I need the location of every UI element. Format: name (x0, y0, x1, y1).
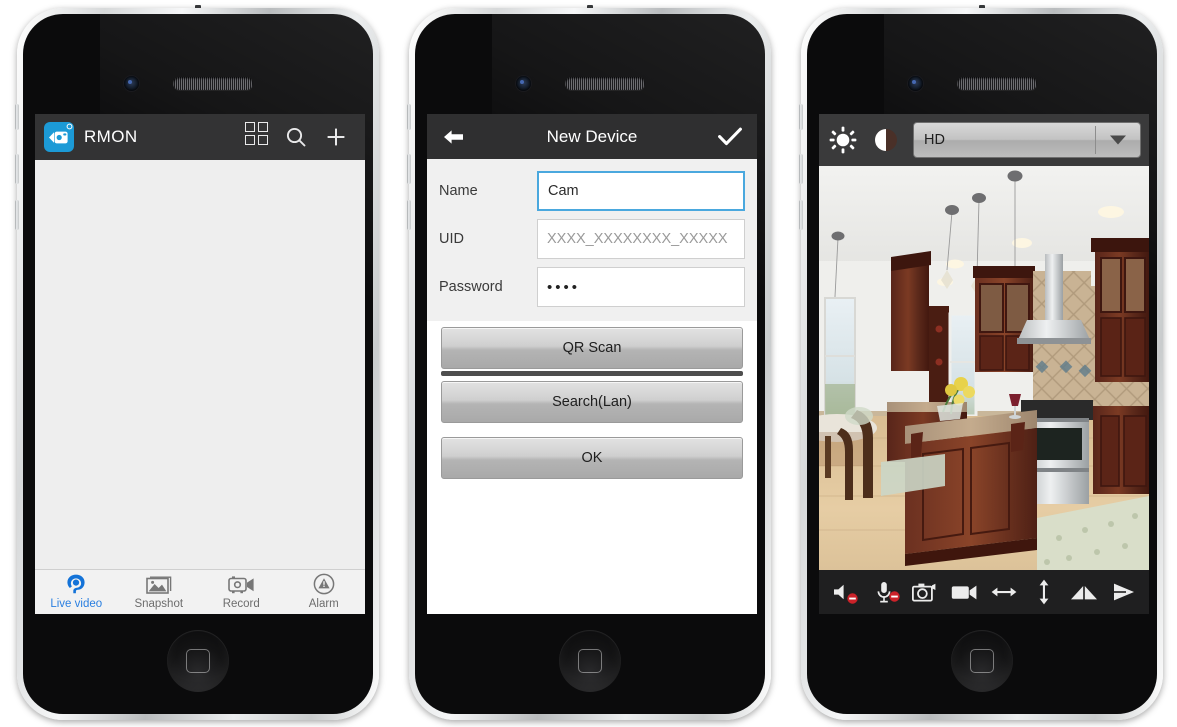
uid-input-placeholder: XXXX_XXXXXXXX_XXXXX (547, 231, 728, 247)
chevron-down-icon (1110, 135, 1126, 145)
home-button[interactable] (559, 630, 621, 692)
play-button[interactable] (1109, 577, 1139, 607)
photo-icon (145, 571, 172, 597)
nav-bar: New Device (427, 114, 757, 159)
qr-scan-button[interactable]: QR Scan (441, 327, 743, 369)
volume-up-button[interactable] (407, 154, 411, 184)
screen-device-list: RMON Live video Snapshot Record Alarm (35, 114, 365, 614)
silent-switch[interactable] (407, 104, 411, 130)
home-button[interactable] (167, 630, 229, 692)
silent-switch[interactable] (15, 104, 19, 130)
phone-body: HD (807, 14, 1157, 714)
stream-quality-select[interactable]: HD (913, 122, 1141, 158)
password-input-value: •••• (547, 278, 581, 296)
snapshot-button[interactable] (909, 577, 939, 607)
button-divider (441, 371, 743, 376)
disabled-badge (847, 593, 858, 604)
front-camera (516, 76, 531, 91)
grid-view-icon[interactable] (241, 122, 271, 152)
screen-new-device: New Device Name Cam UID XXXX_XXXXXXXX_XX… (427, 114, 757, 614)
video-controls (819, 570, 1149, 614)
three-phone-mockup: RMON Live video Snapshot Record Alarm Ne… (0, 0, 1177, 727)
form-empty-space (427, 485, 757, 614)
camcorder-icon (227, 571, 255, 597)
page-title: New Device (546, 126, 638, 146)
tab-label: Snapshot (134, 598, 184, 610)
app-bar: RMON (35, 114, 365, 160)
front-camera (908, 76, 923, 91)
live-video-icon (64, 571, 88, 597)
volume-up-button[interactable] (799, 154, 803, 184)
phone-body: New Device Name Cam UID XXXX_XXXXXXXX_XX… (415, 14, 765, 714)
phone-new-device: New Device Name Cam UID XXXX_XXXXXXXX_XX… (407, 5, 771, 720)
mirror-button[interactable] (1069, 577, 1099, 607)
silent-switch[interactable] (799, 104, 803, 130)
form-row-uid: UID XXXX_XXXXXXXX_XXXXX (427, 215, 757, 263)
bottom-tabbar: Live video Snapshot Record Alarm (35, 569, 365, 614)
pan-horizontal-button[interactable] (989, 577, 1019, 607)
password-input[interactable]: •••• (537, 267, 745, 307)
live-video-feed[interactable] (819, 166, 1149, 570)
stream-quality-value: HD (924, 132, 945, 148)
ok-button[interactable]: OK (441, 437, 743, 479)
contrast-icon[interactable] (868, 122, 904, 158)
device-list-empty-area[interactable] (35, 160, 365, 569)
add-icon[interactable] (321, 122, 351, 152)
field-label: UID (439, 231, 464, 247)
phone-body: RMON Live video Snapshot Record Alarm (23, 14, 373, 714)
disabled-badge (889, 591, 900, 602)
form-row-password: Password •••• (427, 263, 757, 311)
earpiece-speaker (957, 77, 1037, 90)
form-row-name: Name Cam (427, 167, 757, 215)
volume-down-button[interactable] (407, 200, 411, 230)
tab-label: Live video (50, 598, 103, 610)
alarm-icon (312, 571, 336, 597)
tab-label: Record (222, 598, 260, 610)
kitchen-scene (819, 166, 1149, 570)
volume-up-button[interactable] (15, 154, 19, 184)
tab-live-video[interactable]: Live video (35, 570, 118, 610)
tab-snapshot[interactable]: Snapshot (118, 570, 201, 610)
action-buttons: QR Scan Search(Lan) OK (427, 321, 757, 485)
volume-down-button[interactable] (799, 200, 803, 230)
button-label: OK (581, 450, 603, 466)
search-lan-button[interactable]: Search(Lan) (441, 381, 743, 423)
button-label: Search(Lan) (552, 394, 632, 410)
button-label: QR Scan (562, 340, 622, 356)
microphone-mute-button[interactable] (869, 577, 900, 607)
tab-record[interactable]: Record (200, 570, 283, 610)
checkmark-icon[interactable] (717, 124, 743, 150)
record-button[interactable] (949, 577, 979, 607)
new-device-form: Name Cam UID XXXX_XXXXXXXX_XXXXX Passwor… (427, 159, 757, 321)
uid-input[interactable]: XXXX_XXXXXXXX_XXXXX (537, 219, 745, 259)
brightness-sun-icon[interactable] (825, 122, 861, 158)
name-input[interactable]: Cam (537, 171, 745, 211)
phone-live-view: HD (799, 5, 1163, 720)
field-label: Name (439, 183, 478, 199)
video-toolbar: HD (819, 114, 1149, 166)
phone-device-list: RMON Live video Snapshot Record Alarm (15, 5, 379, 720)
pan-vertical-button[interactable] (1029, 577, 1059, 607)
speaker-mute-button[interactable] (829, 577, 859, 607)
app-title: RMON (84, 127, 138, 146)
volume-down-button[interactable] (15, 200, 19, 230)
search-icon[interactable] (281, 122, 311, 152)
tab-alarm[interactable]: Alarm (283, 570, 366, 610)
name-input-value: Cam (548, 183, 579, 199)
camcorder-icon (44, 122, 74, 152)
field-label: Password (439, 279, 503, 295)
select-divider (1095, 126, 1096, 154)
earpiece-speaker (565, 77, 645, 90)
back-arrow-icon[interactable] (441, 124, 467, 150)
front-camera (124, 76, 139, 91)
screen-live-view: HD (819, 114, 1149, 614)
home-button[interactable] (951, 630, 1013, 692)
tab-label: Alarm (308, 598, 339, 610)
earpiece-speaker (173, 77, 253, 90)
